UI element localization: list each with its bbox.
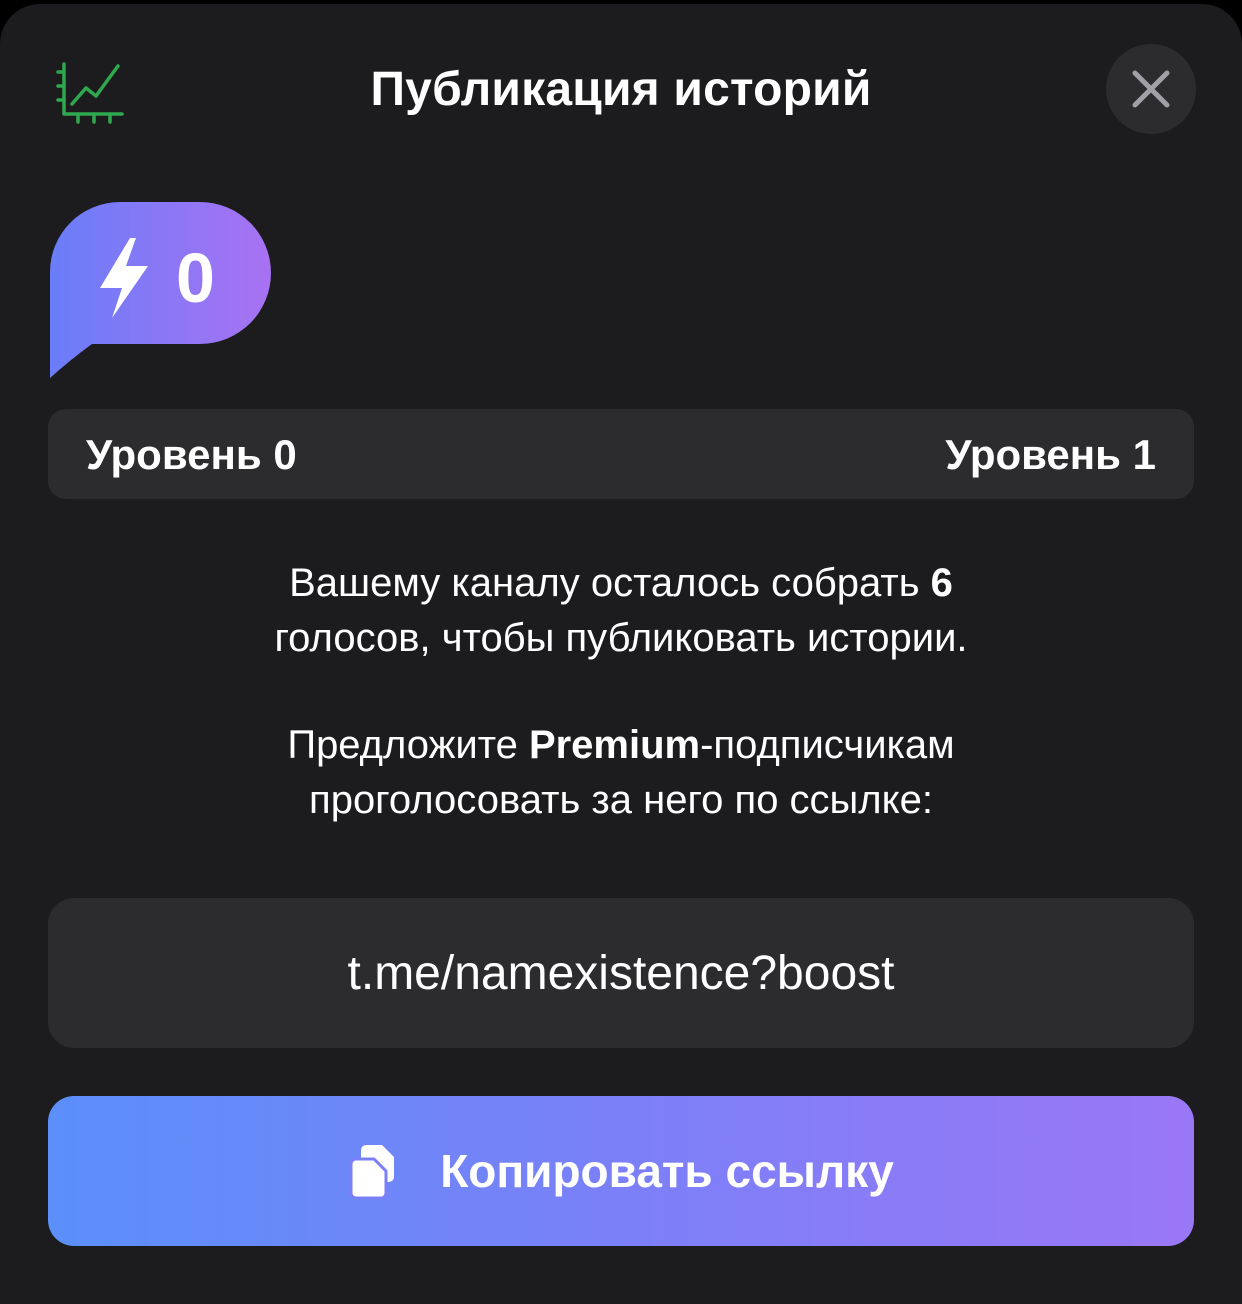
copy-icon xyxy=(349,1145,395,1199)
copy-link-label: Копировать ссылку xyxy=(440,1145,894,1197)
votes-needed-count: 6 xyxy=(930,561,953,605)
boost-invite-text: Предложите Premium-подписчикам проголосо… xyxy=(287,723,955,822)
current-level-label: Уровень 0 xyxy=(86,431,297,478)
level-progress-bar: Уровень 0 Уровень 1 xyxy=(48,409,1194,499)
boost-sheet: Публикация историй 0 Уровень 0 Уровень 1… xyxy=(0,4,1242,1304)
boost-count-badge xyxy=(50,202,271,378)
close-button[interactable] xyxy=(1106,44,1196,134)
boost-requirement-text: Вашему каналу осталось собрать 6 голосов… xyxy=(274,561,968,660)
copy-link-button[interactable]: Копировать ссылку xyxy=(48,1096,1194,1246)
next-level-label: Уровень 1 xyxy=(945,431,1156,478)
boost-link-field[interactable]: t.me/namexistence?boost xyxy=(48,898,1194,1048)
page-title: Публикация историй xyxy=(370,63,872,116)
boost-count: 0 xyxy=(176,239,215,317)
close-icon xyxy=(1132,70,1170,108)
boost-link-url: t.me/namexistence?boost xyxy=(347,946,895,1000)
